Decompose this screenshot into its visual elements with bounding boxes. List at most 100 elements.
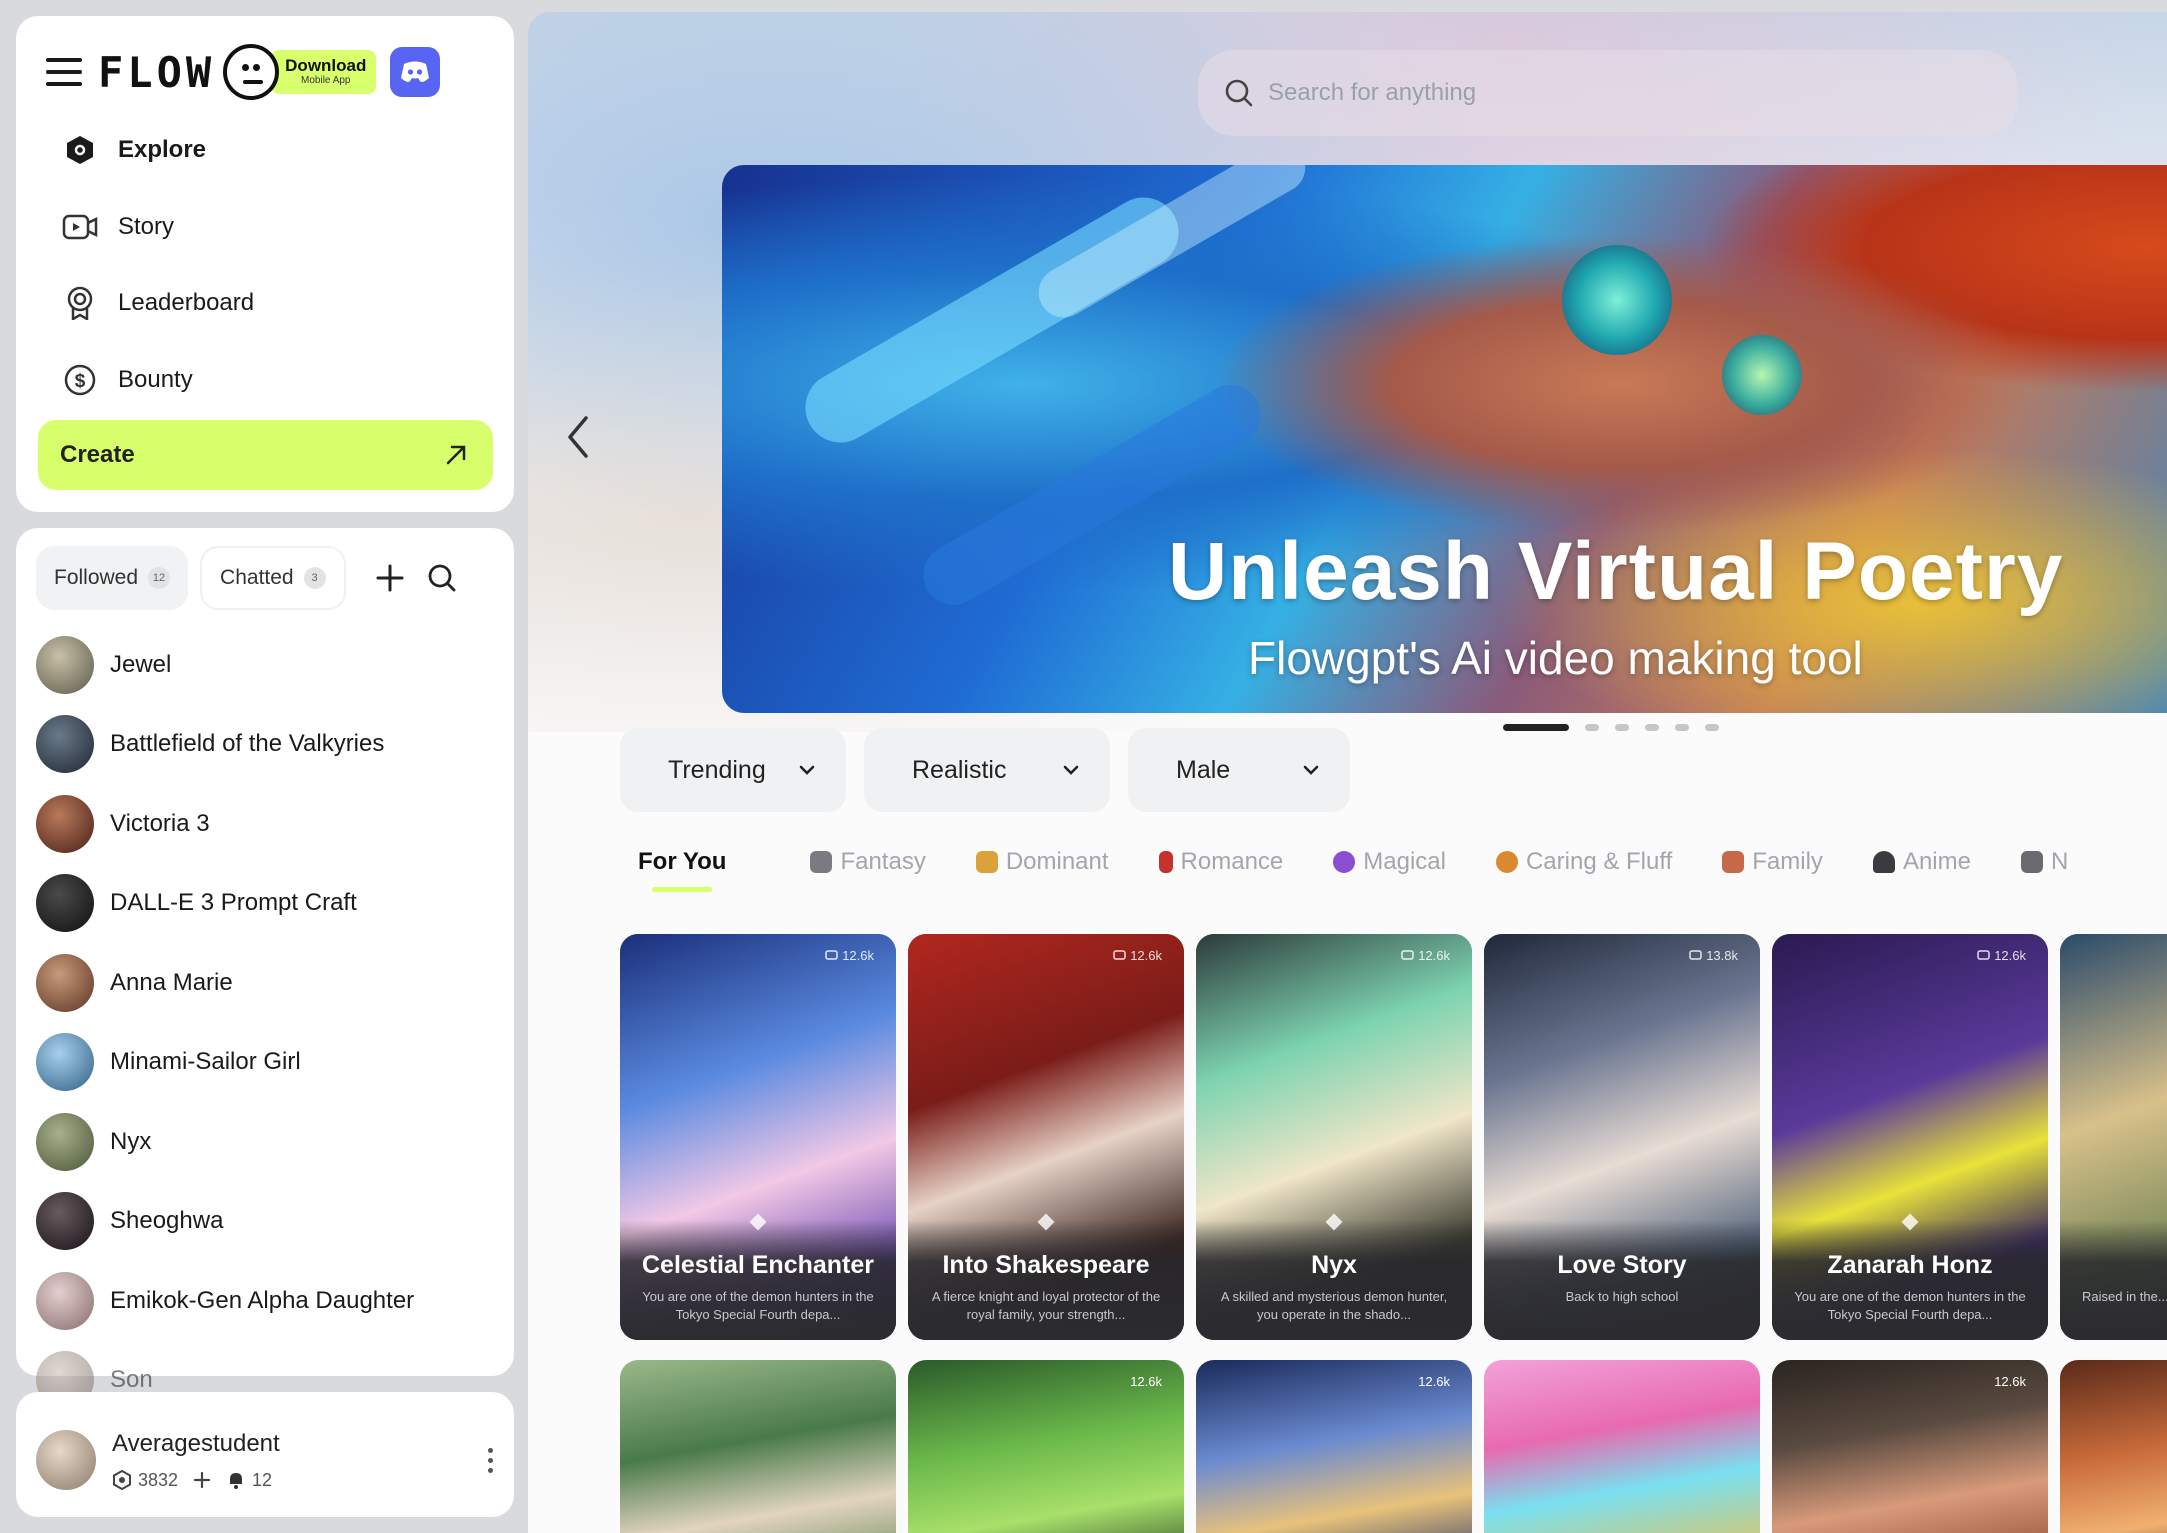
carousel-dot[interactable] xyxy=(1615,724,1629,731)
category-label: Magical xyxy=(1363,848,1446,875)
carousel-dot[interactable] xyxy=(1675,724,1689,731)
chat-name: Minami-Sailor Girl xyxy=(110,1048,301,1076)
tab-caring-fluff[interactable]: Caring & Fluff xyxy=(1495,848,1672,876)
tab-for-you[interactable]: For You xyxy=(638,848,726,892)
carousel-dot[interactable] xyxy=(1503,724,1569,731)
user-profile[interactable]: Averagestudent 3832 12 xyxy=(36,1410,500,1510)
chat-bubble-icon xyxy=(1977,949,1990,960)
view-count-value: 12.6k xyxy=(842,948,874,963)
character-card[interactable]: 12.6k Zanarah Honz You are one of the de… xyxy=(1772,934,2048,1340)
filter-trending[interactable]: Trending xyxy=(620,728,846,812)
nav-leaderboard[interactable]: Leaderboard xyxy=(62,283,254,323)
award-icon xyxy=(62,285,98,321)
banner-title: Unleash Virtual Poetry xyxy=(1168,526,2064,617)
banner-art xyxy=(1562,245,1672,355)
carousel-dot[interactable] xyxy=(1705,724,1719,731)
menu-icon[interactable] xyxy=(46,58,82,86)
create-button[interactable]: Create xyxy=(38,420,493,490)
card-description: You are one of the demon hunters in the … xyxy=(1794,1289,2026,1322)
view-count-value: 12.6k xyxy=(1130,1374,1162,1389)
logo-text[interactable]: FLOW xyxy=(98,48,215,97)
svg-text:$: $ xyxy=(75,371,86,392)
filter-realistic[interactable]: Realistic xyxy=(864,728,1110,812)
card-image xyxy=(1484,1360,1760,1533)
nav-story[interactable]: Story xyxy=(62,207,174,247)
carousel-dot[interactable] xyxy=(1585,724,1599,731)
character-card[interactable]: 12.6k xyxy=(1772,1360,2048,1533)
category-label: Romance xyxy=(1180,848,1284,875)
video-icon xyxy=(62,209,98,245)
card-description: You are one of the demon hunters in the … xyxy=(642,1289,874,1322)
chevron-down-icon xyxy=(1063,765,1079,775)
tab-magical[interactable]: Magical xyxy=(1333,848,1446,876)
discord-icon[interactable] xyxy=(390,47,441,97)
rose-icon xyxy=(1158,851,1173,873)
tab-anime[interactable]: Anime xyxy=(1872,848,1971,876)
coin-icon xyxy=(113,1470,131,1490)
character-card[interactable] xyxy=(620,1360,896,1533)
carousel-dot[interactable] xyxy=(1645,724,1659,731)
tab-romance[interactable]: Romance xyxy=(1158,848,1284,876)
add-chat-icon[interactable] xyxy=(370,558,410,598)
crystal-ball-icon xyxy=(1333,851,1356,873)
family-icon xyxy=(1722,851,1745,873)
character-card[interactable] xyxy=(1484,1360,1760,1533)
character-card[interactable] xyxy=(2060,1360,2167,1533)
chat-item[interactable]: Nyx xyxy=(36,1102,496,1182)
tab-family[interactable]: Family xyxy=(1722,848,1823,876)
chat-item[interactable]: Jewel xyxy=(36,625,496,705)
filter-gender[interactable]: Male xyxy=(1128,728,1350,812)
search-input[interactable] xyxy=(1268,79,1968,107)
cookie-icon xyxy=(1495,851,1518,873)
chat-item[interactable]: Emikok-Gen Alpha Daughter xyxy=(36,1261,496,1341)
tab-dominant[interactable]: Dominant xyxy=(975,848,1109,876)
hero-banner[interactable]: Unleash Virtual Poetry Flowgpt's Ai vide… xyxy=(722,165,2167,713)
coin-balance: 3832 xyxy=(112,1470,178,1491)
card-description: A skilled and mysterious demon hunter, y… xyxy=(1220,1289,1448,1322)
avatar xyxy=(36,1192,94,1251)
view-count-value: 12.6k xyxy=(1418,1374,1450,1389)
card-title: Zanarah Honz xyxy=(1827,1251,1993,1279)
nav-bounty[interactable]: $ Bounty xyxy=(62,360,193,400)
carousel-prev-icon[interactable] xyxy=(558,407,598,467)
nav-explore[interactable]: Explore xyxy=(62,130,206,170)
chat-name: Sheoghwa xyxy=(110,1207,224,1235)
character-card[interactable]: 12.6k Into Shakespeare A fierce knight a… xyxy=(908,934,1184,1340)
avatar xyxy=(36,1271,94,1330)
character-card[interactable]: 12.6k xyxy=(1196,1360,1472,1533)
tab-fantasy[interactable]: Fantasy xyxy=(810,848,926,876)
tab-chatted[interactable]: Chatted 3 xyxy=(200,546,346,610)
dollar-icon: $ xyxy=(62,362,98,398)
character-card[interactable]: 13.8k Love Story Back to high school xyxy=(1484,934,1760,1340)
search-chats-icon[interactable] xyxy=(422,558,462,598)
character-card[interactable]: Raised in the... are one with... xyxy=(2060,934,2167,1340)
more-options-icon[interactable] xyxy=(480,1447,500,1473)
tab-more[interactable]: N xyxy=(2020,848,2068,876)
notification-count[interactable]: 12 xyxy=(226,1470,272,1491)
character-card[interactable]: 12.6k Nyx A skilled and mysterious demon… xyxy=(1196,934,1472,1340)
coin-count: 3832 xyxy=(138,1469,179,1490)
chat-item[interactable]: Battlefield of the Valkyries xyxy=(36,705,496,785)
download-app-button[interactable]: Download Mobile App xyxy=(271,50,377,94)
filter-label: Trending xyxy=(668,755,766,784)
add-coins-icon[interactable] xyxy=(192,1470,212,1490)
character-card[interactable]: 12.6k xyxy=(908,1360,1184,1533)
user-avatar[interactable] xyxy=(36,1430,96,1490)
banner-art xyxy=(1722,335,1802,415)
character-card[interactable]: 12.6k Celestial Enchanter You are one of… xyxy=(620,934,896,1340)
chat-bubble-icon xyxy=(1113,949,1126,960)
search-bar[interactable] xyxy=(1198,50,2018,136)
chat-item[interactable]: Victoria 3 xyxy=(36,784,496,864)
chat-item[interactable]: Sheoghwa xyxy=(36,1182,496,1262)
view-count-value: 13.8k xyxy=(1706,948,1738,963)
tab-followed[interactable]: Followed 12 xyxy=(36,546,189,610)
chat-name: Jewel xyxy=(110,650,172,678)
chat-item[interactable]: Anna Marie xyxy=(36,943,496,1023)
filter-label: Male xyxy=(1176,755,1231,784)
chat-bubble-icon xyxy=(1689,949,1702,960)
arrow-up-right-icon xyxy=(446,445,466,465)
card-image xyxy=(620,1360,896,1533)
chat-item[interactable]: DALL-E 3 Prompt Craft xyxy=(36,864,496,944)
chat-item[interactable]: Minami-Sailor Girl xyxy=(36,1023,496,1103)
chat-name: Nyx xyxy=(110,1127,152,1155)
